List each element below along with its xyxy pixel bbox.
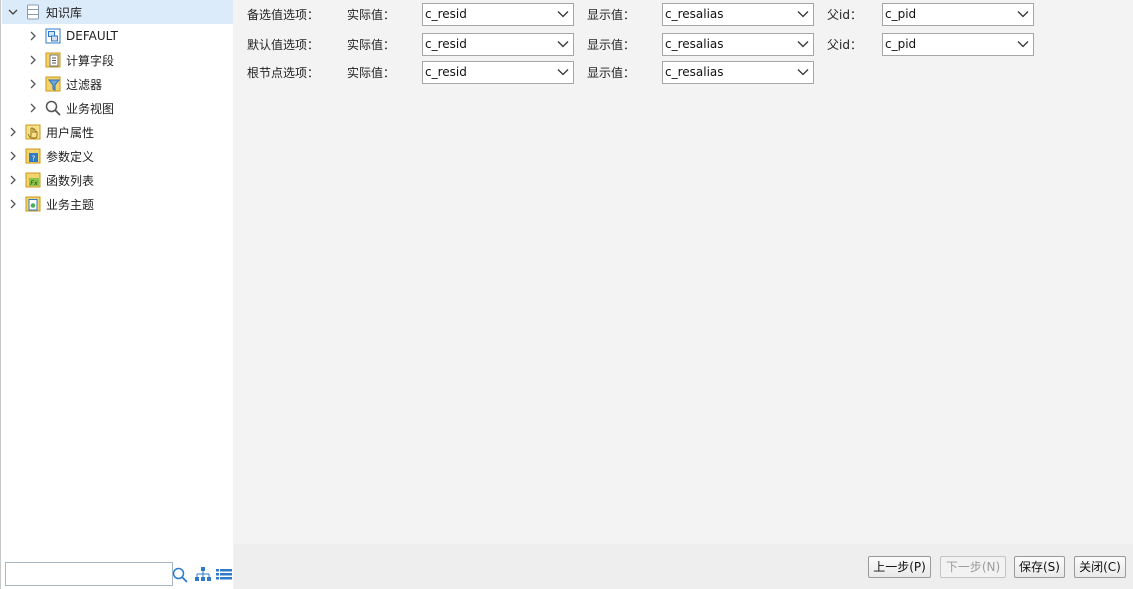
search-icon[interactable]: [172, 567, 188, 583]
chevron-down-icon: [557, 41, 569, 48]
display-value-select[interactable]: c_resalias: [662, 3, 814, 26]
tree-item-label: 函数列表: [46, 173, 95, 188]
selected-value: c_pid: [885, 37, 917, 51]
tree-item-parameter-definition[interactable]: ? 参数定义: [5, 144, 94, 168]
chevron-right-icon[interactable]: [5, 148, 21, 164]
chevron-down-icon[interactable]: [5, 4, 21, 20]
actual-value-select[interactable]: c_resid: [422, 61, 574, 84]
actual-value-select[interactable]: c_resid: [422, 33, 574, 56]
hand-icon: [25, 124, 41, 140]
chevron-right-icon[interactable]: [25, 100, 41, 116]
magnifier-icon: [45, 100, 61, 116]
chevron-right-icon[interactable]: [5, 196, 21, 212]
tree-view-icon[interactable]: [195, 566, 211, 582]
chevron-down-icon: [1017, 11, 1029, 18]
calculated-field-icon: [45, 52, 61, 68]
display-value-select[interactable]: c_resalias: [662, 61, 814, 84]
parent-id-select[interactable]: c_pid: [882, 33, 1034, 56]
chevron-right-icon[interactable]: [25, 52, 41, 68]
tree-item-label: 知识库: [46, 5, 83, 20]
chevron-down-icon: [557, 69, 569, 76]
chevron-down-icon: [797, 41, 809, 48]
chevron-down-icon: [797, 69, 809, 76]
function-icon: Fx: [25, 172, 41, 188]
parent-id-label: 父id：: [827, 38, 862, 52]
tree-item-label: 过滤器: [66, 77, 103, 92]
dialog-button-bar: 上一步(P) 下一步(N) 保存(S) 关闭(C): [234, 544, 1133, 589]
parent-id-label: 父id：: [827, 8, 862, 22]
close-button[interactable]: 关闭(C): [1074, 556, 1126, 578]
database-icon: [25, 4, 41, 20]
tree-item-calculated-fields[interactable]: 计算字段: [25, 48, 114, 72]
tree-item-label: 业务视图: [66, 101, 115, 116]
selected-value: c_pid: [885, 7, 917, 21]
row-label: 备选值选项：: [247, 8, 320, 22]
chevron-down-icon: [1017, 41, 1029, 48]
tree-item-default[interactable]: DEFAULT: [25, 24, 118, 48]
display-value-select[interactable]: c_resalias: [662, 33, 814, 56]
chevron-down-icon: [557, 11, 569, 18]
actual-value-label: 实际值：: [347, 8, 396, 22]
chevron-down-icon: [797, 11, 809, 18]
actual-value-select[interactable]: c_resid: [422, 3, 574, 26]
row-label: 默认值选项：: [247, 38, 320, 52]
parent-id-select[interactable]: c_pid: [882, 3, 1034, 26]
svg-text:Fx: Fx: [30, 179, 38, 187]
display-value-label: 显示值：: [587, 8, 636, 22]
previous-step-button[interactable]: 上一步(P): [868, 556, 931, 578]
tree-item-label: 业务主题: [46, 197, 95, 212]
tree-item-label: 用户属性: [46, 125, 95, 140]
selected-value: c_resalias: [665, 7, 724, 21]
selected-value: c_resalias: [665, 37, 724, 51]
actual-value-label: 实际值：: [347, 38, 396, 52]
tree-item-label: DEFAULT: [66, 29, 118, 43]
tree-item-filters[interactable]: 过滤器: [25, 72, 102, 96]
tree-item-label: 计算字段: [66, 53, 115, 68]
selected-value: c_resid: [425, 65, 467, 79]
display-value-label: 显示值：: [587, 66, 636, 80]
svg-text:?: ?: [32, 155, 36, 163]
display-value-label: 显示值：: [587, 38, 636, 52]
selected-value: c_resalias: [665, 65, 724, 79]
tree-search-box[interactable]: [5, 562, 173, 586]
filter-icon: [45, 76, 61, 92]
parameter-icon: ?: [25, 148, 41, 164]
chevron-right-icon[interactable]: [5, 172, 21, 188]
schema-icon: [45, 28, 61, 44]
chevron-right-icon[interactable]: [5, 124, 21, 140]
list-view-icon[interactable]: [216, 566, 232, 582]
row-label: 根节点选项：: [247, 66, 320, 80]
tree-search-input[interactable]: [6, 563, 172, 585]
next-step-button[interactable]: 下一步(N): [940, 556, 1006, 578]
selected-value: c_resid: [425, 37, 467, 51]
tree-item-knowledge-base[interactable]: 知识库: [2, 0, 233, 24]
resource-tree-panel: 知识库 DEFAULT 计算字段 过滤器 业务视图 用户属性 ? 参数定义 Fx…: [0, 0, 233, 589]
tree-item-business-view[interactable]: 业务视图: [25, 96, 114, 120]
selected-value: c_resid: [425, 7, 467, 21]
tree-item-label: 参数定义: [46, 149, 95, 164]
chevron-right-icon[interactable]: [25, 28, 41, 44]
save-button[interactable]: 保存(S): [1014, 556, 1065, 578]
tree-item-user-attributes[interactable]: 用户属性: [5, 120, 94, 144]
actual-value-label: 实际值：: [347, 66, 396, 80]
business-theme-icon: [25, 196, 41, 212]
tree-item-function-list[interactable]: Fx 函数列表: [5, 168, 94, 192]
chevron-right-icon[interactable]: [25, 76, 41, 92]
tree-item-business-theme[interactable]: 业务主题: [5, 192, 94, 216]
